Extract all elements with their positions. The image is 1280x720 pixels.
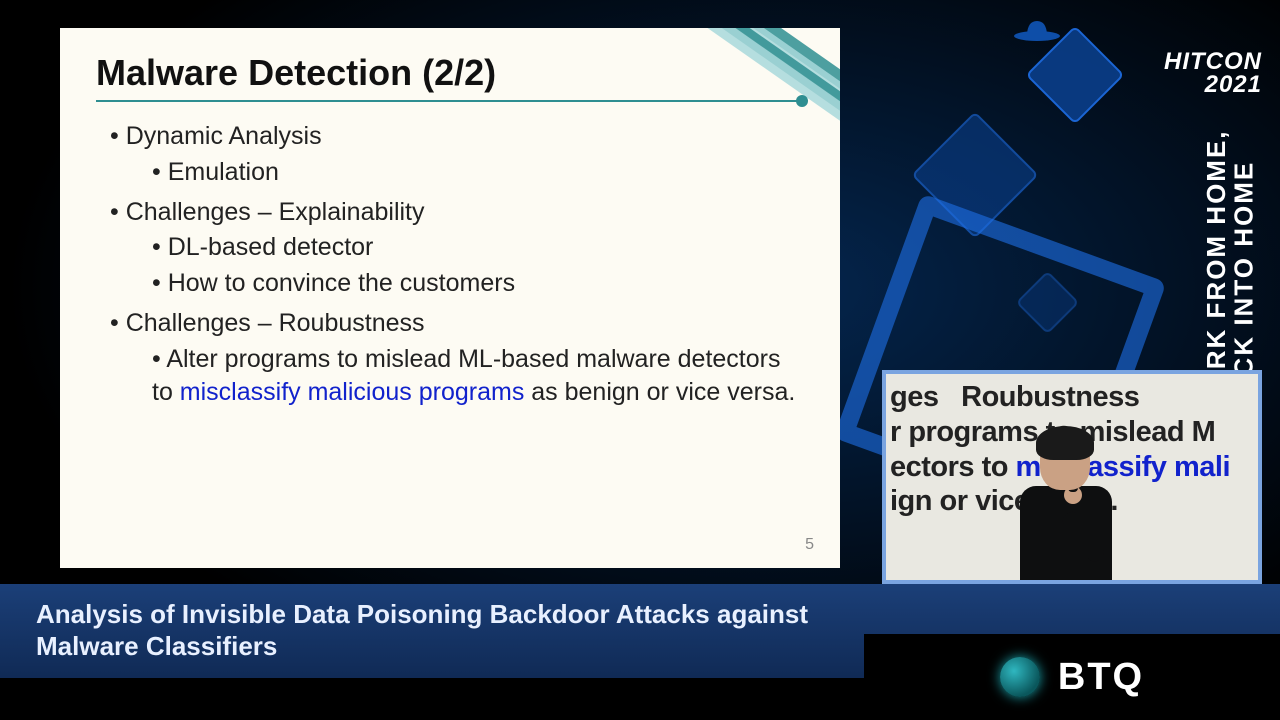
title-rule [96, 100, 804, 102]
bullet-l2: Alter programs to mislead ML-based malwa… [152, 343, 804, 411]
sponsor-strip: BTQ [864, 634, 1280, 720]
bullet-l2: Emulation [152, 156, 804, 190]
slide-body: Dynamic Analysis Emulation Challenges – … [96, 120, 804, 410]
bullet-l1: Dynamic Analysis [110, 120, 804, 154]
bullet-l1: Challenges – Explainability [110, 196, 804, 230]
speaker-camera-pip: ges Roubustness r programs to mislead M … [882, 370, 1262, 584]
conference-name: HITCON 2021 [1012, 51, 1262, 97]
bullet-text: as benign or vice versa. [524, 378, 795, 406]
hat-icon [1012, 18, 1062, 42]
bullet-highlight: misclassify malicious programs [180, 378, 525, 406]
pip-line: ectors to [890, 451, 1016, 483]
talk-title: Analysis of Invisible Data Poisoning Bac… [36, 599, 856, 662]
pip-line: ges Roubustness [890, 381, 1139, 413]
sponsor-logo-icon [1000, 657, 1040, 697]
bullet-l2: How to convince the customers [152, 267, 804, 301]
letterbox-bottom [0, 678, 864, 720]
slide-page-number: 5 [805, 536, 814, 554]
speaker-silhouette [1006, 420, 1126, 580]
conference-name-line: 2021 [1205, 71, 1262, 98]
bullet-l2: DL-based detector [152, 231, 804, 265]
bullet-l1: Challenges – Roubustness [110, 307, 804, 341]
slide-title: Malware Detection (2/2) [96, 52, 804, 94]
presentation-slide: Malware Detection (2/2) Dynamic Analysis… [60, 28, 840, 568]
sponsor-name: BTQ [1058, 656, 1144, 699]
